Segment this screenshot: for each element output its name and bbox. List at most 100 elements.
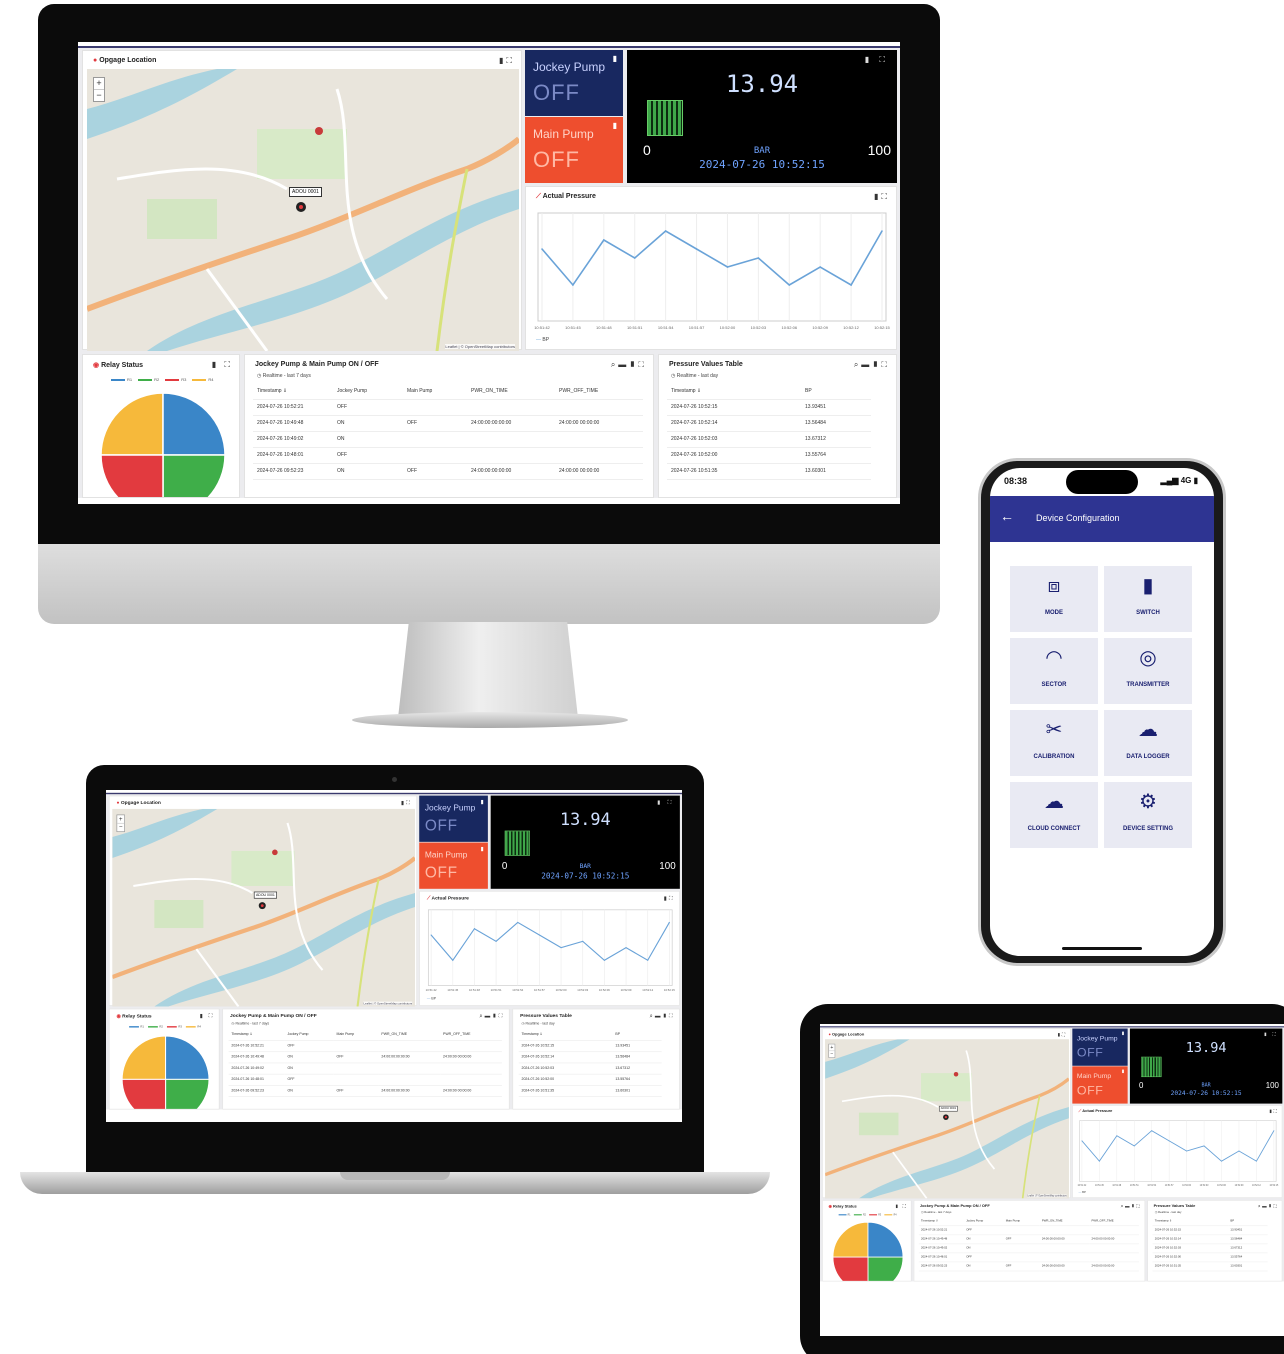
- pie-slice-R3[interactable]: [832, 1256, 869, 1281]
- chart-legend[interactable]: — BP: [427, 997, 436, 1001]
- legend-label[interactable]: R1: [127, 377, 132, 382]
- pie-slice-R3[interactable]: [121, 1078, 167, 1109]
- map-view[interactable]: ADOU 0001 + − Leaflet | © OpenStreetMap con…: [825, 1039, 1069, 1199]
- zoom-in-button[interactable]: +: [117, 815, 125, 824]
- pie-slice-R1[interactable]: [867, 1221, 904, 1258]
- table-row[interactable]: 2024-07-26 09:52:23 ON OFF 24:00:00:00:00:0…: [253, 463, 643, 480]
- column-header[interactable]: PWR_ON_TIME: [1039, 1216, 1090, 1226]
- table-row[interactable]: 2024-07-26 10:49:02 ON: [228, 1062, 502, 1075]
- home-indicator[interactable]: [1062, 947, 1142, 950]
- time-window[interactable]: ◷ Realtime - last 7 days: [921, 1211, 951, 1214]
- column-header[interactable]: PWR_OFF_TIME: [1089, 1216, 1139, 1226]
- legend-label[interactable]: R2: [159, 1025, 163, 1029]
- column-header[interactable]: BP: [612, 1028, 662, 1041]
- fullscreen-icon[interactable]: ⛶: [506, 56, 515, 65]
- gauge-tools[interactable]: ▮ ⛶: [657, 799, 674, 806]
- legend-label[interactable]: R2: [863, 1213, 866, 1216]
- column-header[interactable]: Jockey Pump: [333, 383, 403, 400]
- table-row[interactable]: 2024-07-26 10:51:35 13.60301: [1152, 1261, 1268, 1271]
- table-row[interactable]: 2024-07-26 10:52:03 13.67312: [518, 1062, 662, 1075]
- column-header[interactable]: BP: [1228, 1216, 1268, 1226]
- pie-slice-R1[interactable]: [162, 392, 226, 456]
- table-row[interactable]: 2024-07-26 10:49:48 ON OFF 24:00:00:00:00:0…: [228, 1051, 502, 1063]
- tile-mode[interactable]: ⧈ MODE: [1010, 566, 1098, 632]
- tile-transmitter[interactable]: ◎ TRANSMITTER: [1104, 638, 1192, 704]
- table-row[interactable]: 2024-07-26 10:52:15 13.93451: [518, 1040, 662, 1052]
- tile-cloud-connect[interactable]: ☁ CLOUD CONNECT: [1010, 782, 1098, 848]
- column-header[interactable]: Timestamp ⇓: [253, 383, 333, 400]
- column-header[interactable]: PWR_OFF_TIME: [440, 1028, 502, 1041]
- zoom-in-button[interactable]: +: [829, 1044, 835, 1052]
- time-window[interactable]: ◷ Realtime - last day: [522, 1022, 555, 1026]
- relay-tools[interactable]: ▮ ⛶: [200, 1013, 215, 1020]
- table-row[interactable]: 2024-07-26 10:52:14 13.56484: [518, 1051, 662, 1063]
- fullscreen-icon[interactable]: ⛶: [1136, 1204, 1141, 1209]
- map-attribution[interactable]: Leaflet | © OpenStreetMap contributors: [445, 344, 515, 349]
- legend-label[interactable]: R3: [878, 1213, 881, 1216]
- zoom-out-button[interactable]: −: [94, 90, 104, 101]
- tile-data-logger[interactable]: ☁ DATA LOGGER: [1104, 710, 1192, 776]
- table-row[interactable]: 2024-07-26 10:49:48 ON OFF 24:00:00:00:00:0…: [253, 415, 643, 432]
- pie-slice-R4[interactable]: [832, 1221, 869, 1258]
- tile-device-setting[interactable]: ⚙ DEVICE SETTING: [1104, 782, 1192, 848]
- table-row[interactable]: 2024-07-26 10:52:21 OFF: [228, 1040, 502, 1052]
- column-header[interactable]: Timestamp ⇓: [228, 1028, 285, 1041]
- table-row[interactable]: 2024-07-26 10:49:02 ON: [918, 1243, 1139, 1253]
- table-row[interactable]: 2024-07-26 10:49:02 ON: [253, 431, 643, 448]
- column-header[interactable]: PWR_ON_TIME: [378, 1028, 441, 1041]
- fullscreen-icon[interactable]: ⛶: [881, 360, 890, 369]
- column-header[interactable]: Timestamp ⇓: [518, 1028, 613, 1041]
- table-row[interactable]: 2024-07-26 10:51:35 13.60301: [667, 463, 871, 480]
- table-row[interactable]: 2024-07-26 10:48:01 OFF: [253, 447, 643, 464]
- pie-slice-R4[interactable]: [121, 1035, 167, 1080]
- column-header[interactable]: Main Pump: [1003, 1216, 1040, 1226]
- zoom-out-button[interactable]: −: [829, 1051, 835, 1057]
- export-icon[interactable]: ▮: [613, 54, 617, 63]
- relay-tools[interactable]: ▮ ⛶: [212, 360, 233, 370]
- tile-sector[interactable]: ◠ SECTOR: [1010, 638, 1098, 704]
- export-icon[interactable]: ▮: [481, 798, 484, 804]
- export-icon[interactable]: ▮: [613, 121, 617, 130]
- legend-label[interactable]: R4: [894, 1213, 897, 1216]
- legend-label[interactable]: R1: [140, 1025, 144, 1029]
- table-row[interactable]: 2024-07-26 10:52:15 13.93451: [667, 399, 871, 416]
- export-icon[interactable]: ▮: [1122, 1031, 1124, 1036]
- export-icon[interactable]: ▮: [1122, 1069, 1124, 1074]
- chart-legend[interactable]: — BP: [536, 337, 549, 343]
- column-header[interactable]: PWR_OFF_TIME: [555, 383, 643, 400]
- table-row[interactable]: 2024-07-26 10:52:03 13.67312: [667, 431, 871, 448]
- pie-slice-R4[interactable]: [100, 392, 164, 456]
- gauge-tools[interactable]: ▮ ⛶: [865, 55, 889, 65]
- map-attribution[interactable]: Leaflet | © OpenStreetMap contributors: [363, 1001, 413, 1006]
- table-row[interactable]: 2024-07-26 10:52:14 13.56484: [667, 415, 871, 432]
- chart-legend[interactable]: — BP: [1079, 1191, 1086, 1194]
- table-row[interactable]: 2024-07-26 10:48:01 OFF: [918, 1252, 1139, 1262]
- fullscreen-icon[interactable]: ⛶: [1274, 1204, 1279, 1209]
- table-row[interactable]: 2024-07-26 10:52:21 OFF: [253, 399, 643, 416]
- fullscreen-icon[interactable]: ⛶: [638, 360, 647, 369]
- legend-label[interactable]: R1: [848, 1213, 851, 1216]
- legend-label[interactable]: R4: [208, 377, 213, 382]
- pie-slice-R2[interactable]: [165, 1078, 210, 1109]
- column-header[interactable]: Main Pump: [333, 1028, 379, 1041]
- column-header[interactable]: Jockey Pump: [963, 1216, 1004, 1226]
- column-header[interactable]: Main Pump: [403, 383, 467, 400]
- gauge-tools[interactable]: ▮ ⛶: [1264, 1031, 1278, 1037]
- table-row[interactable]: 2024-07-26 10:52:00 13.55764: [667, 447, 871, 464]
- table-row[interactable]: 2024-07-26 10:52:14 13.56484: [1152, 1234, 1268, 1244]
- table-row[interactable]: 2024-07-26 10:52:03 13.67312: [1152, 1243, 1268, 1253]
- back-arrow-icon[interactable]: ←: [1000, 508, 1014, 524]
- time-window[interactable]: ◷ Realtime - last 7 days: [257, 373, 311, 379]
- time-window[interactable]: ◷ Realtime - last day: [671, 373, 718, 379]
- column-header[interactable]: PWR_ON_TIME: [467, 383, 555, 400]
- export-icon[interactable]: ▮: [481, 845, 484, 851]
- table-row[interactable]: 2024-07-26 10:52:00 13.55764: [1152, 1252, 1268, 1262]
- column-header[interactable]: Timestamp ⇓: [1152, 1216, 1229, 1226]
- legend-label[interactable]: R3: [181, 377, 186, 382]
- table-row[interactable]: 2024-07-26 10:52:00 13.55764: [518, 1073, 662, 1086]
- map-attribution[interactable]: Leaflet | © OpenStreetMap contributors: [1027, 1194, 1067, 1198]
- table-row[interactable]: 2024-07-26 09:52:23 ON OFF 24:00:00:00:00:0…: [228, 1084, 502, 1097]
- pie-slice-R2[interactable]: [867, 1256, 904, 1281]
- relay-tools[interactable]: ▮ ⛶: [896, 1204, 908, 1210]
- fullscreen-icon[interactable]: ⛶: [406, 800, 412, 806]
